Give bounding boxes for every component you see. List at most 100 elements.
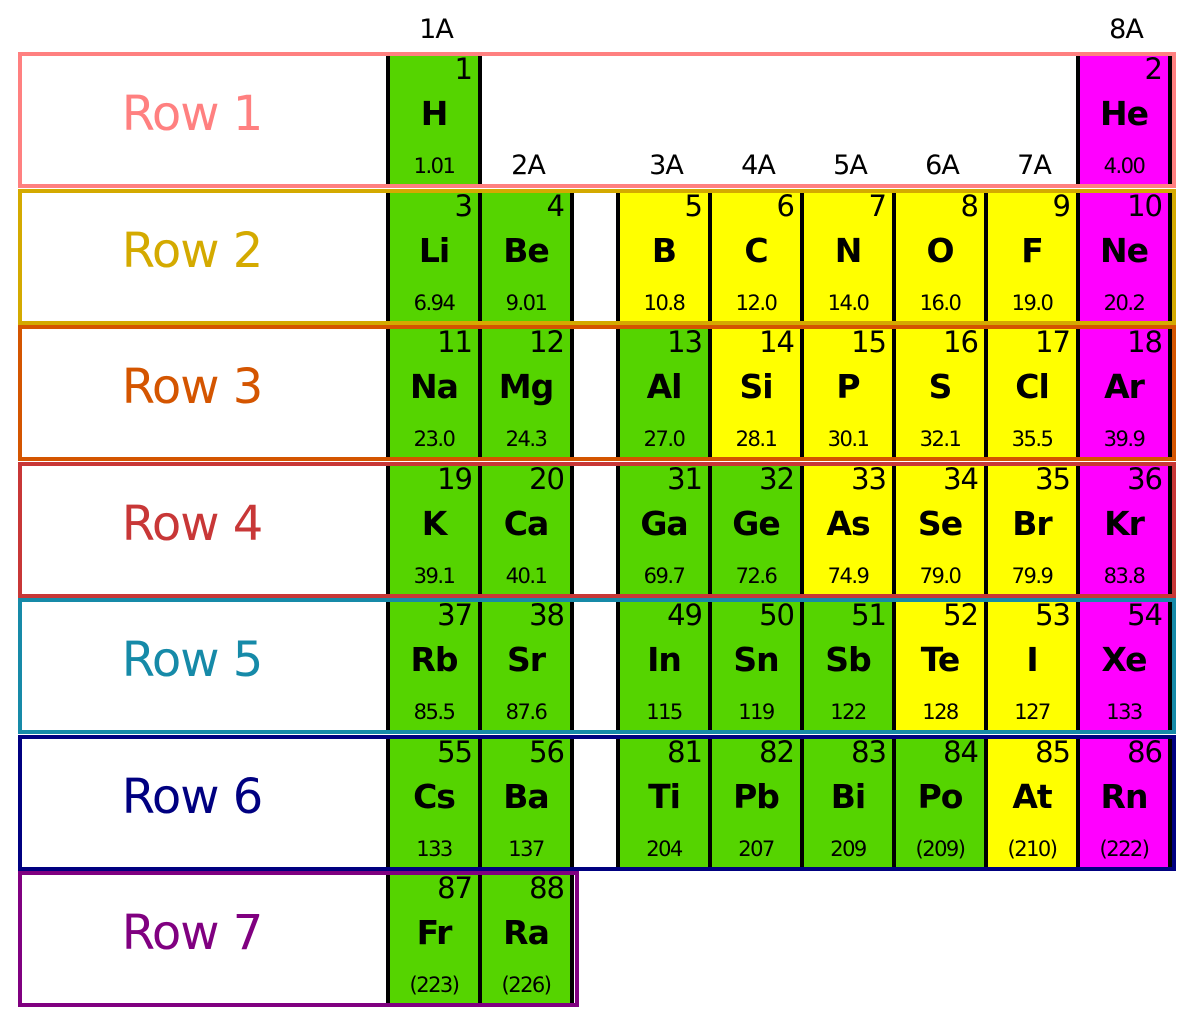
element-cell-be[interactable]: 4 Be 9.01 — [478, 189, 574, 321]
atomic-number: 3 — [454, 188, 473, 223]
atomic-mass: (222) — [1099, 836, 1150, 861]
element-cell-n[interactable]: 7 N 14.0 — [800, 189, 896, 321]
element-symbol: Cl — [1015, 367, 1050, 406]
element-cell-in[interactable]: 49 In 115 — [616, 598, 712, 730]
element-symbol: Ga — [640, 503, 688, 543]
element-cell-po[interactable]: 84 Po (209) — [892, 735, 988, 867]
row-frame-edge — [18, 866, 1176, 871]
row-frame-edge — [18, 734, 1176, 739]
atomic-number: 84 — [943, 734, 979, 769]
element-symbol: S — [928, 367, 953, 406]
element-cell-te[interactable]: 52 Te 128 — [892, 598, 988, 730]
element-cell-li[interactable]: 3 Li 6.94 — [386, 189, 482, 321]
atomic-number: 85 — [1035, 734, 1071, 769]
atomic-number: 14 — [759, 325, 795, 359]
element-symbol: Bi — [830, 776, 866, 816]
element-cell-kr[interactable]: 36 Kr 83.8 — [1076, 462, 1172, 594]
element-cell-cl[interactable]: 17 Cl 35.5 — [984, 325, 1080, 457]
element-symbol: At — [1012, 776, 1052, 816]
element-cell-i[interactable]: 53 I 127 — [984, 598, 1080, 730]
group-label: 7A — [1017, 150, 1052, 181]
atomic-mass: (226) — [501, 973, 552, 997]
element-cell-rb[interactable]: 37 Rb 85.5 — [386, 598, 482, 730]
row-label: Row 3 — [121, 359, 264, 415]
element-cell-pb[interactable]: 82 Pb 207 — [708, 735, 804, 867]
atomic-number: 8 — [960, 188, 979, 223]
atomic-mass: 72.6 — [735, 563, 778, 588]
atomic-number: 19 — [437, 461, 473, 496]
element-cell-b[interactable]: 5 B 10.8 — [616, 189, 712, 321]
element-cell-ra[interactable]: 88 Ra (226) — [478, 871, 574, 1003]
element-symbol: N — [834, 230, 863, 270]
element-cell-ar[interactable]: 18 Ar 39.9 — [1076, 325, 1172, 457]
row-frame-edge — [1172, 325, 1176, 461]
element-cell-ti[interactable]: 81 Ti 204 — [616, 735, 712, 867]
group-label: 4A — [741, 150, 776, 181]
element-symbol: Sn — [733, 640, 779, 679]
group-label: 5A — [833, 150, 868, 181]
atomic-mass: 4.00 — [1103, 154, 1146, 178]
element-cell-cs[interactable]: 55 Cs 133 — [386, 735, 482, 867]
atomic-number: 9 — [1052, 188, 1071, 223]
row-frame-edge — [575, 871, 579, 1007]
element-cell-na[interactable]: 11 Na 23.0 — [386, 325, 482, 457]
atomic-mass: 32.1 — [919, 427, 962, 451]
row-label: Row 6 — [121, 768, 264, 825]
element-cell-xe[interactable]: 54 Xe 133 — [1076, 598, 1172, 730]
element-cell-h[interactable]: 1 H 1.01 — [386, 52, 482, 184]
element-cell-c[interactable]: 6 C 12.0 — [708, 189, 804, 321]
element-cell-ge[interactable]: 32 Ge 72.6 — [708, 462, 804, 594]
row-frame-edge — [18, 188, 1176, 193]
element-cell-sb[interactable]: 51 Sb 122 — [800, 598, 896, 730]
element-symbol: Na — [410, 367, 459, 406]
atomic-number: 87 — [437, 871, 473, 905]
element-symbol: Ar — [1104, 367, 1145, 406]
atomic-number: 2 — [1144, 52, 1163, 86]
element-cell-ne[interactable]: 10 Ne 20.2 — [1076, 189, 1172, 321]
element-cell-rn[interactable]: 86 Rn (222) — [1076, 735, 1172, 867]
element-symbol: As — [826, 503, 870, 543]
element-cell-ca[interactable]: 20 Ca 40.1 — [478, 462, 574, 594]
element-symbol: K — [421, 503, 448, 543]
element-cell-p[interactable]: 15 P 30.1 — [800, 325, 896, 457]
element-cell-f[interactable]: 9 F 19.0 — [984, 189, 1080, 321]
atomic-mass: 87.6 — [505, 700, 548, 724]
element-cell-as[interactable]: 33 As 74.9 — [800, 462, 896, 594]
element-cell-bi[interactable]: 83 Bi 209 — [800, 735, 896, 867]
row-frame-edge — [18, 52, 1176, 56]
element-cell-he[interactable]: 2 He 4.00 — [1076, 52, 1172, 184]
element-cell-fr[interactable]: 87 Fr (223) — [386, 871, 482, 1003]
row-frame-edge — [18, 184, 1176, 188]
atomic-mass: 83.8 — [1103, 563, 1146, 588]
element-cell-br[interactable]: 35 Br 79.9 — [984, 462, 1080, 594]
element-symbol: Ti — [648, 776, 681, 816]
element-cell-sr[interactable]: 38 Sr 87.6 — [478, 598, 574, 730]
atomic-mass: 119 — [738, 700, 775, 724]
element-cell-si[interactable]: 14 Si 28.1 — [708, 325, 804, 457]
atomic-mass: 133 — [1106, 700, 1143, 724]
element-cell-ga[interactable]: 31 Ga 69.7 — [616, 462, 712, 594]
element-symbol: Li — [418, 230, 450, 270]
atomic-mass: 79.0 — [919, 563, 962, 588]
element-symbol: Se — [917, 503, 963, 543]
atomic-mass: 27.0 — [643, 427, 686, 451]
atomic-mass: 40.1 — [505, 563, 548, 588]
element-cell-o[interactable]: 8 O 16.0 — [892, 189, 988, 321]
atomic-number: 55 — [437, 734, 473, 769]
row-frame-edge — [18, 320, 1176, 325]
element-symbol: Ne — [1100, 230, 1149, 270]
atomic-number: 50 — [759, 598, 795, 632]
row-frame-edge — [18, 325, 1176, 329]
element-cell-mg[interactable]: 12 Mg 24.3 — [478, 325, 574, 457]
element-cell-s[interactable]: 16 S 32.1 — [892, 325, 988, 457]
element-cell-sn[interactable]: 50 Sn 119 — [708, 598, 804, 730]
atomic-mass: 19.0 — [1011, 290, 1054, 315]
element-cell-ba[interactable]: 56 Ba 137 — [478, 735, 574, 867]
atomic-mass: 23.0 — [413, 427, 456, 451]
element-cell-k[interactable]: 19 K 39.1 — [386, 462, 482, 594]
atomic-mass: 79.9 — [1011, 563, 1054, 588]
element-cell-se[interactable]: 34 Se 79.0 — [892, 462, 988, 594]
element-symbol: Si — [739, 367, 773, 406]
element-cell-at[interactable]: 85 At (210) — [984, 735, 1080, 867]
element-cell-al[interactable]: 13 Al 27.0 — [616, 325, 712, 457]
